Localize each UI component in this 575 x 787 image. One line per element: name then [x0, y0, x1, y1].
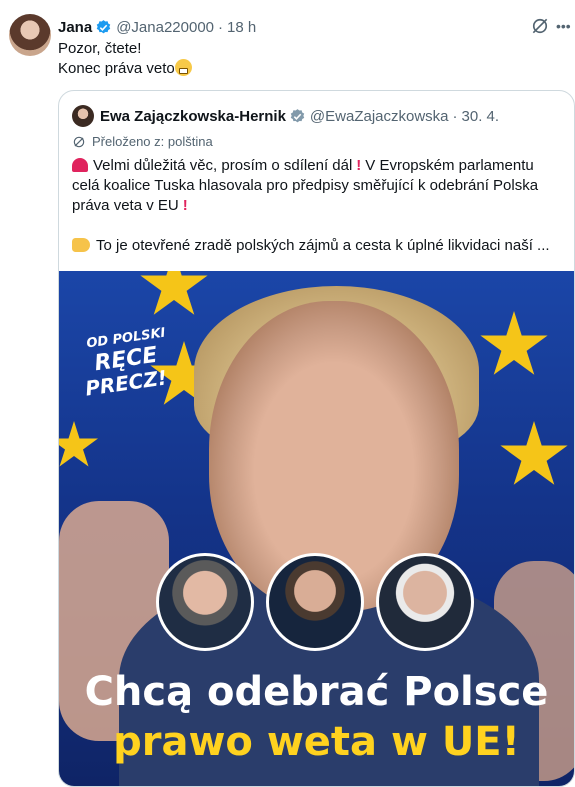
- more-icon[interactable]: •••: [556, 17, 572, 35]
- timestamp[interactable]: 18 h: [227, 19, 256, 36]
- eu-star: [500, 421, 568, 485]
- translated-text: Přeloženo z: polština: [92, 134, 213, 149]
- exclamation-icon: !: [182, 197, 188, 214]
- tweet-text-line: Konec práva veto: [58, 59, 192, 79]
- verified-badge-icon: [290, 108, 305, 122]
- tweet[interactable]: Jana @Jana220000 · 18 h ••• Pozor, čtete…: [0, 0, 575, 787]
- quote-text-fragment: To je otevřené zradě polských zájmů a ce…: [96, 237, 550, 254]
- separator: ·: [218, 18, 224, 36]
- quote-author-name[interactable]: Ewa Zajączkowska-Hernik: [100, 108, 286, 125]
- eu-star: [480, 311, 548, 375]
- quote-text-line: práva veta v EU!: [72, 196, 567, 216]
- tweet-text: Pozor, čtete! Konec práva veto: [58, 39, 192, 79]
- tweet-text-line: Pozor, čtete!: [58, 40, 142, 57]
- siren-icon: [72, 158, 88, 172]
- tweet-text-fragment: Konec práva veto: [58, 60, 175, 77]
- translate-icon: [73, 136, 85, 147]
- quote-date[interactable]: 30. 4.: [462, 108, 500, 125]
- portrait-circle: [156, 553, 254, 651]
- translated-label[interactable]: Přeloženo z: polština: [72, 134, 213, 149]
- grok-icon[interactable]: [530, 16, 550, 36]
- portrait-circle: [266, 553, 364, 651]
- quote-text-line: To je otevřené zradě polských zájmů a ce…: [72, 236, 567, 256]
- quote-author-handle[interactable]: @EwaZajaczkowska: [310, 108, 449, 125]
- author-handle[interactable]: @Jana220000: [116, 19, 214, 36]
- quote-header: Ewa Zajączkowska-Hernik @EwaZajaczkowska…: [100, 104, 499, 128]
- tweet-header: Jana @Jana220000 · 18 h: [58, 16, 256, 38]
- portrait-circle: [376, 553, 474, 651]
- quote-avatar[interactable]: [72, 105, 94, 127]
- exclamation-icon: !: [356, 157, 362, 174]
- separator: ·: [452, 107, 458, 125]
- quote-media-image[interactable]: OD POLSKI RĘCE PRECZ! Chcą odebrać Polsc…: [59, 271, 574, 786]
- author-name[interactable]: Jana: [58, 19, 92, 36]
- quote-text-line: Velmi důležitá věc, prosím o sdílení dál…: [72, 156, 567, 176]
- quote-text-line: celá koalice Tuska hlasovala pro předpis…: [72, 177, 539, 194]
- quote-text-fragment: Velmi důležitá věc, prosím o sdílení dál: [93, 157, 353, 174]
- quote-text: Velmi důležitá věc, prosím o sdílení dál…: [72, 156, 567, 256]
- quote-text-fragment: V Evropském parlamentu: [365, 157, 534, 174]
- quote-text-fragment: práva veta v EU: [72, 197, 179, 214]
- logo: OD POLSKI RĘCE PRECZ!: [71, 279, 169, 401]
- headline-line-1: Chcą odebrać Polsce: [84, 669, 549, 715]
- pointing-hand-icon: [72, 238, 90, 252]
- quoted-tweet[interactable]: Ewa Zajączkowska-Hernik @EwaZajaczkowska…: [58, 90, 575, 787]
- grimacing-emoji: [174, 59, 192, 76]
- eu-star: [59, 421, 98, 467]
- verified-badge-icon: [96, 19, 111, 33]
- headline-line-2: prawo weta w UE!: [113, 719, 520, 765]
- avatar[interactable]: [9, 14, 51, 56]
